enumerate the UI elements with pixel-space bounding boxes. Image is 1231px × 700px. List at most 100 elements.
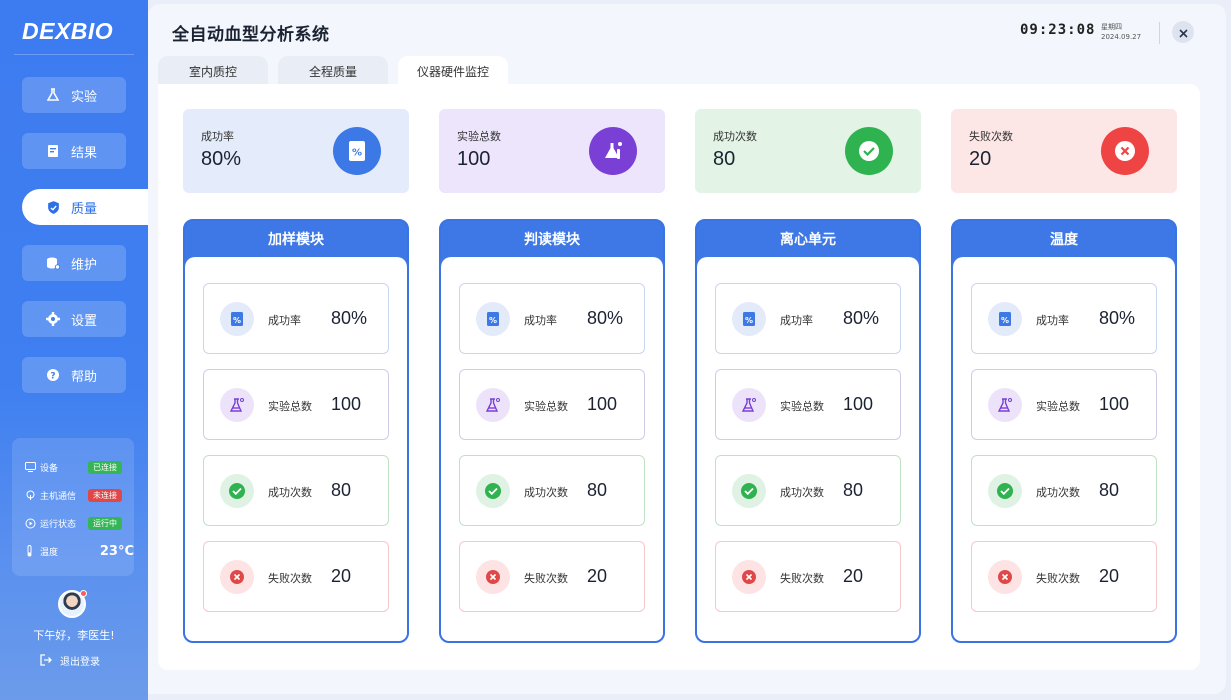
metric-value: 80 [331,480,352,500]
metric-label: 失败次数 [268,572,312,585]
sidebar-item-maintenance[interactable]: 维护 [22,245,126,281]
metric-card: 实验总数 100 [203,369,389,440]
metric-label: 实验总数 [780,400,824,413]
device-status-panel: 设备 已连接 主机通信 未连接 运行状态 运行中 温度 23°C [12,438,134,576]
user-greeting: 下午好，李医生! [33,629,115,642]
percent-icon: % [988,302,1022,336]
x-icon [1101,127,1149,175]
metric-value: 100 [843,394,874,414]
logout-label: 退出登录 [60,656,100,668]
status-row-running-state: 运行状态 运行中 [24,514,134,532]
divider [1159,22,1160,44]
flask-icon [732,388,766,422]
x-icon [732,560,766,594]
x-icon [476,560,510,594]
metric-label: 失败次数 [524,572,568,585]
sidebar-item-help[interactable]: ? 帮助 [22,357,126,393]
sidebar-item-experiment[interactable]: 实验 [22,77,126,113]
metric-card: 成功次数 80 [459,455,645,526]
status-badge: 未连接 [88,488,122,502]
divider [14,54,134,55]
module-panel: 离心单元% 成功率 80% 实验总数 100 成功次数 80 失败次数 20 [695,219,921,643]
close-icon [1178,23,1188,42]
flask-icon [589,127,637,175]
module-title: 加样模块 [268,232,324,248]
metric-value: 80% [1099,308,1136,328]
status-row-device: 设备 已连接 [24,458,134,476]
database-icon [44,254,62,272]
sidebar-item-label: 质量 [71,201,98,217]
clock-time: 09:23:08 [1020,22,1096,38]
sidebar-item-label: 维护 [71,257,98,273]
logout-icon [40,654,52,666]
metric-label: 实验总数 [524,400,568,413]
metric-value: 80 [1099,480,1120,500]
svg-text:%: % [489,316,497,325]
metric-card: 成功次数 80 [971,455,1157,526]
metric-label: 成功率 [780,314,813,327]
metric-card: 成功次数 80 [203,455,389,526]
metric-value: 20 [843,566,864,586]
sidebar-item-label: 实验 [71,89,98,105]
metric-value: 80 [843,480,864,500]
tab-full-process-quality[interactable]: 全程质量 [278,56,388,86]
percent-icon: % [476,302,510,336]
sidebar-item-results[interactable]: 结果 [22,133,126,169]
x-icon [220,560,254,594]
metric-card: % 成功率 80% [459,283,645,354]
summary-card-success-rate: 成功率 80% % [183,109,409,193]
flask-icon [44,86,62,104]
metric-value: 100 [1099,394,1130,414]
flask-icon [476,388,510,422]
metric-label: 成功率 [268,314,301,327]
sidebar-item-quality[interactable]: 质量 [22,189,148,225]
metric-card: % 成功率 80% [715,283,901,354]
summary-card-failure-count: 失败次数 20 [951,109,1177,193]
tab-indoor-qc[interactable]: 室内质控 [158,56,268,86]
shield-icon [44,198,62,216]
check-icon [988,474,1022,508]
metric-value: 20 [1099,566,1120,586]
tab-hardware-monitor[interactable]: 仪器硬件监控 [398,56,508,86]
check-icon [845,127,893,175]
percent-icon: % [220,302,254,336]
x-icon [988,560,1022,594]
svg-text:%: % [233,316,241,325]
metric-card: 实验总数 100 [459,369,645,440]
metric-card: 实验总数 100 [715,369,901,440]
sidebar-item-settings[interactable]: 设置 [22,301,126,337]
metric-label: 实验总数 [1036,400,1080,413]
module-body: % 成功率 80% 实验总数 100 成功次数 80 失败次数 20 [953,257,1175,641]
metric-label: 实验总数 [268,400,312,413]
metric-card: 失败次数 20 [459,541,645,612]
metric-value: 100 [587,394,618,414]
svg-text:?: ? [50,372,55,382]
help-icon: ? [44,366,62,384]
metric-label: 成功率 [524,314,557,327]
document-icon [44,142,62,160]
module-title: 判读模块 [524,232,580,248]
metric-value: 100 [331,394,362,414]
module-body: % 成功率 80% 实验总数 100 成功次数 80 失败次数 20 [441,257,663,641]
metric-value: 80 [587,480,608,500]
module-panel: 温度% 成功率 80% 实验总数 100 成功次数 80 失败次数 20 [951,219,1177,643]
metric-value: 80% [331,308,368,328]
metric-card: 失败次数 20 [715,541,901,612]
metric-card: % 成功率 80% [203,283,389,354]
metric-card: 实验总数 100 [971,369,1157,440]
metric-label: 失败次数 [1036,572,1080,585]
logout-button[interactable]: 退出登录 [40,652,100,668]
summary-card-success-count: 成功次数 80 [695,109,921,193]
status-badge: 已连接 [88,460,122,474]
running-icon [24,517,36,529]
flask-icon [988,388,1022,422]
sidebar-item-label: 帮助 [71,369,98,385]
metric-card: % 成功率 80% [971,283,1157,354]
close-button[interactable] [1172,21,1194,43]
svg-text:%: % [745,316,753,325]
percent-icon: % [732,302,766,336]
module-body: % 成功率 80% 实验总数 100 成功次数 80 失败次数 20 [697,257,919,641]
clock-date: 星期四 2024.09.27 [1101,22,1141,42]
metric-label: 成功次数 [524,486,568,499]
svg-text:%: % [1001,316,1009,325]
